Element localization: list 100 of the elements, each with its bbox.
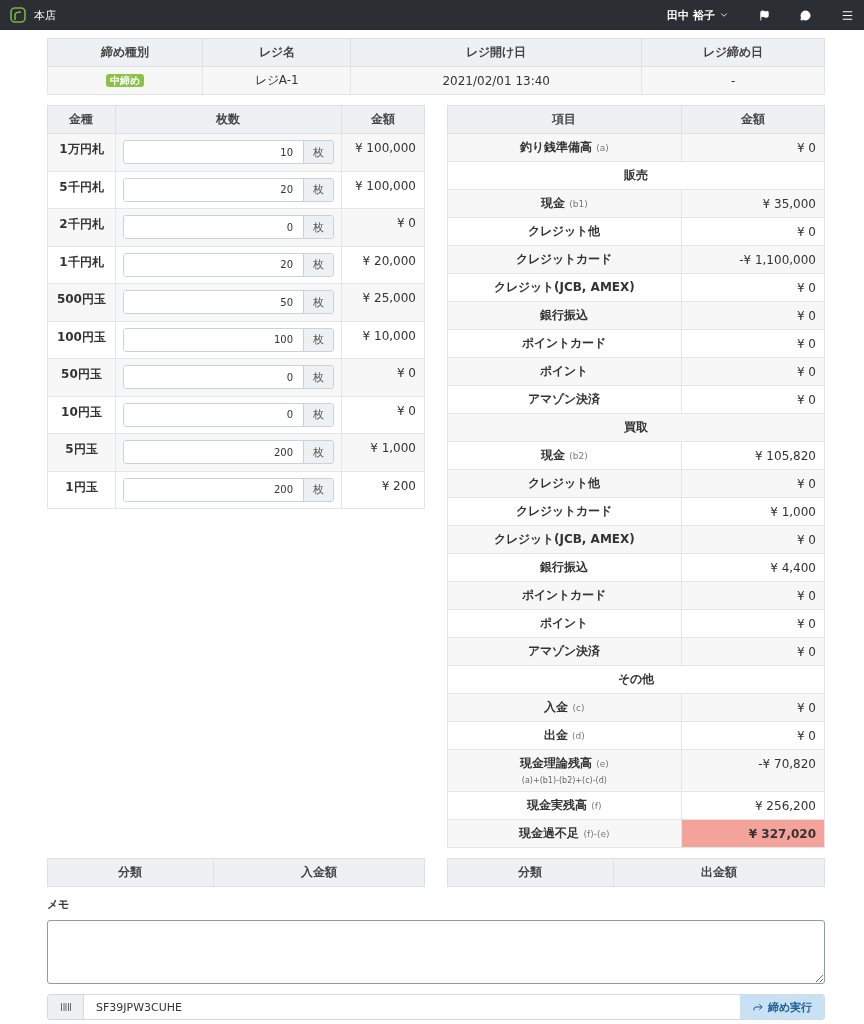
count-field[interactable]: 200 枚 [122, 440, 335, 465]
amount-cell: ¥ 0 [681, 469, 825, 498]
formula-text: (a)+(b1)-(b2)+(c)-(d) [520, 776, 608, 785]
memo-label: メモ [47, 897, 70, 912]
item-label: 銀行振込 [540, 308, 589, 322]
amount-cell: ¥ 4,400 [681, 553, 825, 582]
item-label: 銀行振込 [540, 560, 589, 574]
amount-cell: ¥ 1,000 [341, 433, 425, 471]
denomination-cell: 1円玉 [47, 471, 116, 509]
amount-cell: ¥ 256,200 [681, 791, 825, 820]
column-header: 分類 [47, 858, 214, 887]
count-field[interactable]: 0 枚 [122, 215, 335, 240]
status-badge: 中締め [106, 74, 145, 87]
section-header: その他 [447, 665, 825, 694]
amount-cell: ¥ 0 [681, 217, 825, 246]
column-header: 金額 [681, 105, 825, 134]
item-label: クレジット他 [528, 476, 601, 490]
barcode-icon [59, 1001, 72, 1013]
amount-cell: ¥ 0 [681, 637, 825, 666]
item-label: クレジットカード [516, 252, 613, 266]
item-label: クレジットカード [516, 504, 613, 518]
item-label: ポイント [540, 364, 589, 378]
count-field[interactable]: 20 枚 [122, 252, 335, 277]
column-header: レジ名 [202, 38, 351, 67]
count-field[interactable]: 10 枚 [122, 140, 335, 165]
forward-arrow-icon [752, 1001, 764, 1013]
amount-cell: -¥ 70,820 [681, 749, 825, 792]
column-header: 分類 [447, 858, 614, 887]
menu-icon[interactable] [841, 8, 854, 22]
amount-cell: ¥ 327,020 [681, 819, 825, 848]
item-label: ポイントカード [522, 336, 607, 350]
item-label: 出金 (d) [543, 728, 585, 742]
item-label: クレジット他 [528, 224, 601, 238]
item-label: ポイントカード [522, 588, 607, 602]
barcode-field[interactable]: SF39JPW3CUHE 締め実行 [47, 994, 825, 1020]
count-field[interactable]: 50 枚 [122, 290, 335, 315]
denomination-cell: 500円玉 [47, 283, 116, 321]
amount-cell: ¥ 0 [681, 329, 825, 358]
amount-cell: ¥ 0 [681, 581, 825, 610]
item-label: 釣り銭準備高 (a) [520, 140, 609, 154]
amount-cell: ¥ 10,000 [341, 321, 425, 359]
column-header: 入金額 [213, 858, 425, 887]
amount-cell: ¥ 0 [681, 721, 825, 750]
denomination-cell: 1千円札 [47, 246, 116, 284]
amount-cell: ¥ 35,000 [681, 189, 825, 218]
amount-cell: ¥ 0 [341, 396, 425, 434]
amount-cell: ¥ 0 [681, 525, 825, 554]
denomination-cell: 2千円札 [47, 208, 116, 246]
denomination-cell: 5千円札 [47, 171, 116, 209]
item-label: 現金 (b1) [541, 196, 588, 210]
count-field[interactable]: 0 枚 [122, 365, 335, 390]
amount-cell: ¥ 100,000 [341, 171, 425, 209]
item-label: クレジット(JCB, AMEX) [493, 280, 635, 294]
amount-cell: ¥ 0 [681, 357, 825, 386]
item-label: ポイント [540, 616, 589, 630]
denomination-cell: 5円玉 [47, 433, 116, 471]
amount-cell: ¥ 0 [681, 301, 825, 330]
column-header: 金種 [47, 105, 116, 134]
chat-icon[interactable] [800, 9, 811, 21]
column-header: レジ開け日 [350, 38, 642, 67]
amount-cell: ¥ 0 [681, 133, 825, 162]
item-label: 現金 (b2) [541, 448, 588, 462]
table-cell: - [641, 66, 825, 95]
amount-cell: ¥ 105,820 [681, 441, 825, 470]
count-field[interactable]: 20 枚 [122, 177, 335, 202]
amount-cell: ¥ 0 [681, 385, 825, 414]
flag-icon[interactable] [759, 9, 770, 21]
amount-cell: ¥ 1,000 [681, 497, 825, 526]
amount-cell: ¥ 20,000 [341, 246, 425, 284]
memo-field[interactable] [47, 920, 825, 984]
count-field[interactable]: 200 枚 [122, 477, 335, 502]
item-label: 現金理論残高 (e) [520, 756, 609, 770]
count-field[interactable]: 100 枚 [122, 327, 335, 352]
column-header: 項目 [447, 105, 682, 134]
amount-cell: ¥ 0 [341, 358, 425, 396]
amount-cell: ¥ 100,000 [341, 133, 425, 171]
denomination-cell: 50円玉 [47, 358, 116, 396]
item-label: アマゾン決済 [528, 392, 601, 406]
amount-cell: ¥ 0 [341, 208, 425, 246]
amount-cell: ¥ 200 [341, 471, 425, 509]
amount-cell: -¥ 1,100,000 [681, 245, 825, 274]
column-header: 枚数 [115, 105, 342, 134]
column-header: レジ締め日 [641, 38, 825, 67]
amount-cell: ¥ 0 [681, 693, 825, 722]
table-cell: レジA-1 [202, 66, 351, 95]
item-label: 現金実残高 (f) [527, 798, 602, 812]
amount-cell: ¥ 0 [681, 273, 825, 302]
amount-cell: ¥ 25,000 [341, 283, 425, 321]
denomination-cell: 100円玉 [47, 321, 116, 359]
count-field[interactable]: 0 枚 [122, 402, 335, 427]
close-register-button[interactable]: 締め実行 [740, 995, 824, 1019]
item-label: アマゾン決済 [528, 644, 601, 658]
column-header: 金額 [341, 105, 425, 134]
user-menu[interactable]: 田中 裕子 [667, 7, 729, 23]
column-header: 出金額 [613, 858, 825, 887]
chevron-down-icon [719, 10, 729, 20]
store-name: 本店 [34, 7, 56, 23]
section-header: 買取 [447, 413, 825, 442]
item-label: 現金過不足 (f)-(e) [519, 826, 610, 840]
section-header: 販売 [447, 161, 825, 190]
